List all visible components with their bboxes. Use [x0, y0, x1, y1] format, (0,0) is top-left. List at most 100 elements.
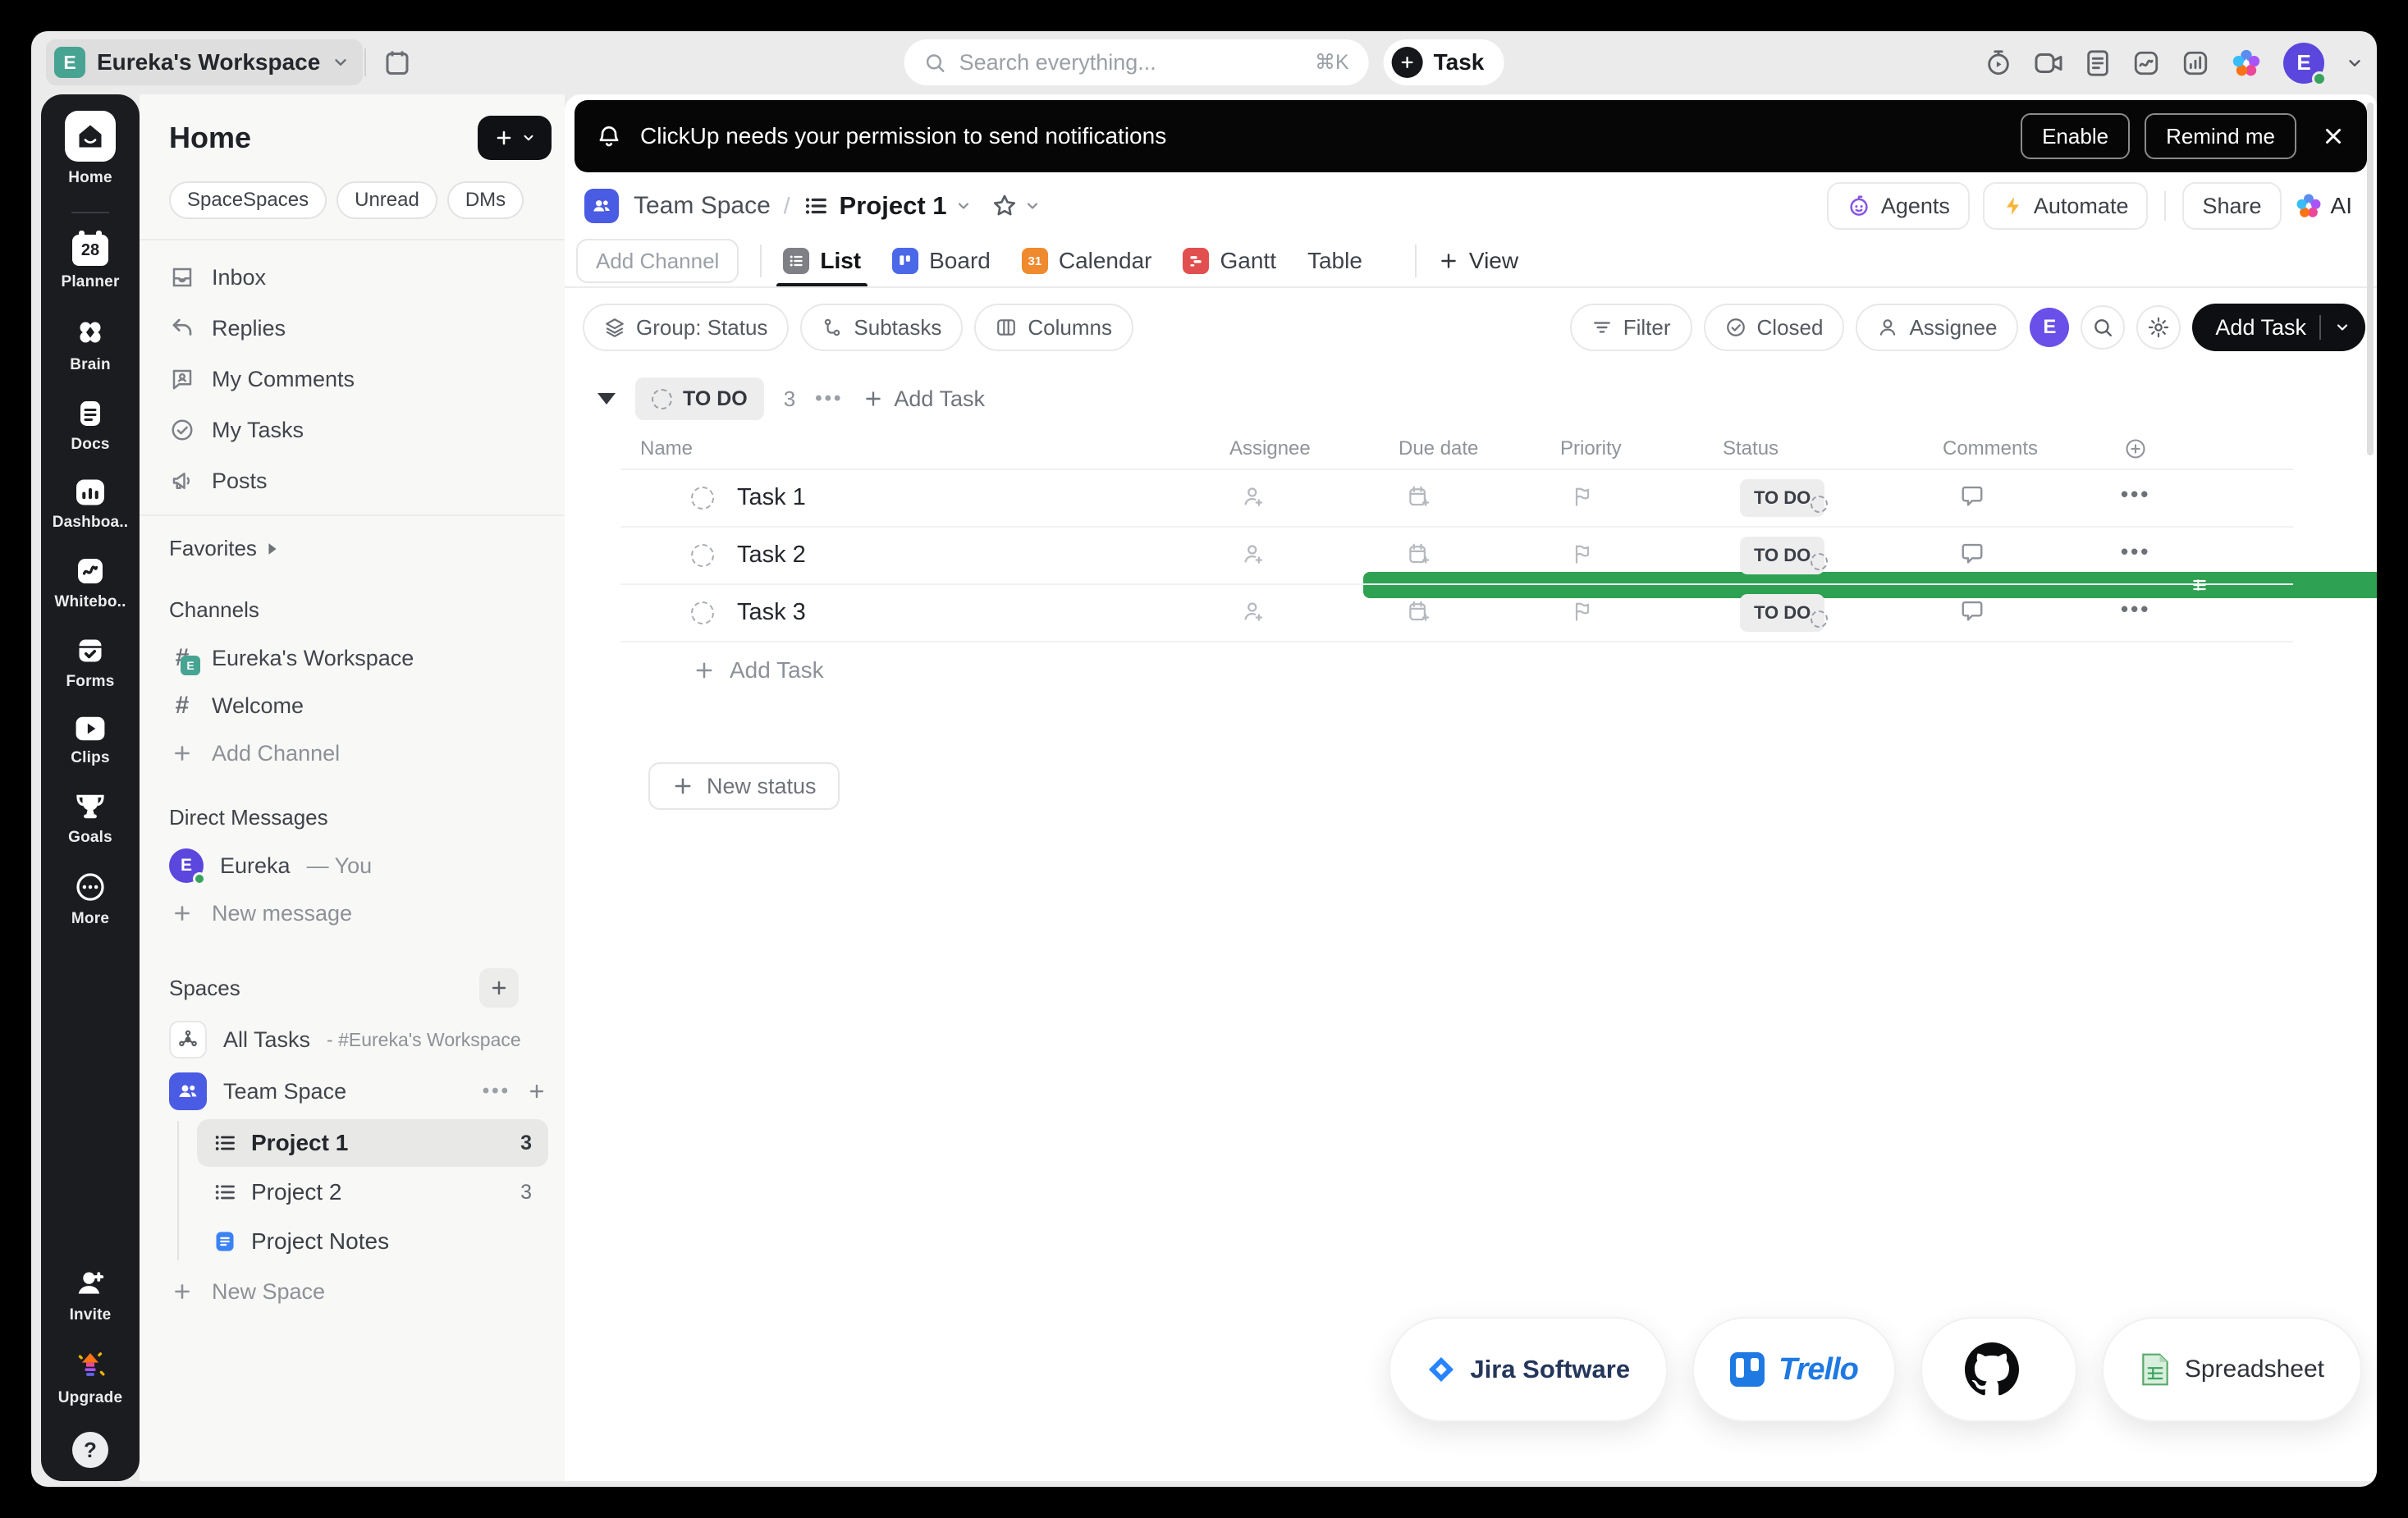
row-menu-icon[interactable]: •••	[2121, 597, 2150, 622]
rail-item-dashboards[interactable]: Dashboa..	[53, 478, 129, 532]
github-button[interactable]	[1920, 1317, 2077, 1422]
column-header-status[interactable]: Status	[1723, 437, 1779, 460]
search-input[interactable]: Search everything... ⌘K	[904, 39, 1369, 85]
team-space-item[interactable]: Team Space •••	[140, 1065, 565, 1118]
spreadsheet-button[interactable]: Spreadsheet	[2102, 1317, 2362, 1422]
rail-item-planner[interactable]: 28 Planner	[61, 235, 119, 291]
table-row[interactable]: Task 1 TO DO •••	[620, 470, 2293, 528]
task-name[interactable]: Task 1	[737, 484, 806, 511]
rail-item-goals[interactable]: Goals	[68, 792, 112, 847]
dashboard-icon[interactable]	[2181, 49, 2209, 77]
closed-button[interactable]: Closed	[1704, 304, 1845, 351]
group-by-button[interactable]: Group: Status	[583, 304, 789, 351]
search-tasks-button[interactable]	[2081, 305, 2125, 350]
breadcrumb-space[interactable]: Team Space	[634, 192, 771, 220]
task-status-icon[interactable]	[691, 487, 714, 510]
jira-software-button[interactable]: Jira Software	[1389, 1317, 1668, 1422]
priority-flag-icon[interactable]	[1571, 484, 1594, 509]
add-due-date-icon[interactable]	[1407, 599, 1431, 624]
ai-flower-icon[interactable]	[2231, 48, 2262, 79]
new-status-button[interactable]: New status	[648, 762, 840, 810]
tab-table[interactable]: Table	[1307, 235, 1362, 286]
sidebar-add-button[interactable]	[478, 116, 552, 160]
table-row[interactable]: Task 3 TO DO •••	[620, 585, 2293, 642]
sidebar-item-project-1[interactable]: Project 1 3	[197, 1119, 548, 1167]
add-channel-button[interactable]: Add Channel	[140, 729, 565, 777]
rail-item-more[interactable]: More	[71, 871, 109, 928]
add-due-date-icon[interactable]	[1407, 484, 1431, 509]
tab-list[interactable]: List	[783, 235, 861, 286]
timer-icon[interactable]	[1985, 49, 2012, 77]
dm-item-eureka[interactable]: E Eureka — You	[140, 842, 565, 889]
star-icon[interactable]	[991, 193, 1018, 219]
share-button[interactable]: Share	[2182, 182, 2281, 230]
tab-board[interactable]: Board	[892, 235, 991, 286]
task-name[interactable]: Task 2	[737, 542, 806, 569]
column-header-priority[interactable]: Priority	[1560, 437, 1622, 460]
add-assignee-icon[interactable]	[1241, 484, 1266, 509]
assignee-filter-avatar[interactable]: E	[2030, 308, 2069, 347]
channel-item-welcome[interactable]: # Welcome	[140, 682, 565, 729]
filter-pill-unread[interactable]: Unread	[336, 181, 437, 219]
status-pill[interactable]: TO DO	[1740, 594, 1824, 632]
remind-me-button[interactable]: Remind me	[2145, 113, 2296, 159]
scrollbar-thumb[interactable]	[2367, 103, 2374, 455]
add-due-date-icon[interactable]	[1407, 542, 1431, 566]
sidebar-item-project-2[interactable]: Project 2 3	[197, 1168, 548, 1216]
group-add-task-button[interactable]: Add Task	[863, 386, 985, 412]
automate-button[interactable]: Automate	[1983, 182, 2149, 230]
sidebar-item-my-tasks[interactable]: My Tasks	[140, 405, 565, 455]
trello-button[interactable]: Trello	[1692, 1317, 1896, 1422]
breadcrumb-current[interactable]: Project 1	[840, 191, 947, 221]
filter-pill-spaces[interactable]: SpaceSpaces	[169, 181, 327, 219]
status-pill[interactable]: TO DO	[1740, 537, 1824, 574]
column-header-comments[interactable]: Comments	[1943, 437, 2038, 460]
row-menu-icon[interactable]: •••	[2121, 482, 2150, 507]
rail-item-clips[interactable]: Clips	[71, 716, 109, 767]
channel-item-workspace[interactable]: #E Eureka's Workspace	[140, 634, 565, 682]
add-view-button[interactable]: View	[1438, 248, 1518, 274]
ai-button[interactable]: AI	[2295, 192, 2352, 220]
assignee-button[interactable]: Assignee	[1856, 304, 2018, 351]
all-tasks-item[interactable]: All Tasks - #Eureka's Workspace	[140, 1014, 565, 1065]
sidebar-item-inbox[interactable]: Inbox	[140, 252, 565, 303]
agents-button[interactable]: Agents	[1827, 182, 1970, 230]
collapse-caret-icon[interactable]	[597, 393, 616, 405]
doc-icon[interactable]	[2085, 49, 2111, 77]
new-message-button[interactable]: New message	[140, 889, 565, 937]
add-task-button[interactable]: Add Task	[2192, 304, 2365, 351]
add-column-button[interactable]	[2124, 437, 2147, 460]
add-space-button[interactable]	[479, 968, 519, 1008]
comment-icon[interactable]	[1960, 483, 1985, 508]
add-channel-button[interactable]: Add Channel	[576, 239, 739, 283]
subtasks-button[interactable]: Subtasks	[800, 304, 963, 351]
chevron-down-icon[interactable]	[2346, 54, 2364, 72]
user-avatar[interactable]: E	[2283, 43, 2324, 84]
new-task-button[interactable]: Task	[1384, 39, 1504, 85]
task-status-icon[interactable]	[691, 601, 714, 624]
status-group-pill[interactable]: TO DO	[635, 377, 764, 420]
column-header-due-date[interactable]: Due date	[1399, 437, 1478, 460]
sidebar-item-posts[interactable]: Posts	[140, 455, 565, 506]
sidebar-item-project-notes[interactable]: Project Notes	[197, 1218, 548, 1265]
whiteboard-icon[interactable]	[2132, 49, 2160, 77]
add-assignee-icon[interactable]	[1241, 542, 1266, 566]
comment-icon[interactable]	[1960, 541, 1985, 565]
inline-add-task-button[interactable]: Add Task	[620, 642, 2293, 698]
task-status-icon[interactable]	[691, 544, 714, 567]
sidebar-item-my-comments[interactable]: My Comments	[140, 354, 565, 405]
priority-flag-icon[interactable]	[1571, 599, 1594, 624]
rail-item-home[interactable]: Home	[65, 111, 116, 187]
enable-button[interactable]: Enable	[2021, 113, 2130, 159]
group-menu-icon[interactable]: •••	[815, 387, 843, 410]
priority-flag-icon[interactable]	[1571, 542, 1594, 566]
sidebar-item-replies[interactable]: Replies	[140, 303, 565, 354]
ellipsis-icon[interactable]: •••	[483, 1080, 510, 1103]
column-header-name[interactable]: Name	[640, 437, 693, 460]
table-row[interactable]: Task 2 TO DO •••	[620, 528, 2293, 585]
chevron-down-icon[interactable]	[1024, 198, 1041, 214]
add-assignee-icon[interactable]	[1241, 599, 1266, 624]
favorites-section[interactable]: Favorites	[140, 516, 565, 573]
help-icon[interactable]: ?	[72, 1432, 108, 1468]
status-pill[interactable]: TO DO	[1740, 479, 1824, 517]
